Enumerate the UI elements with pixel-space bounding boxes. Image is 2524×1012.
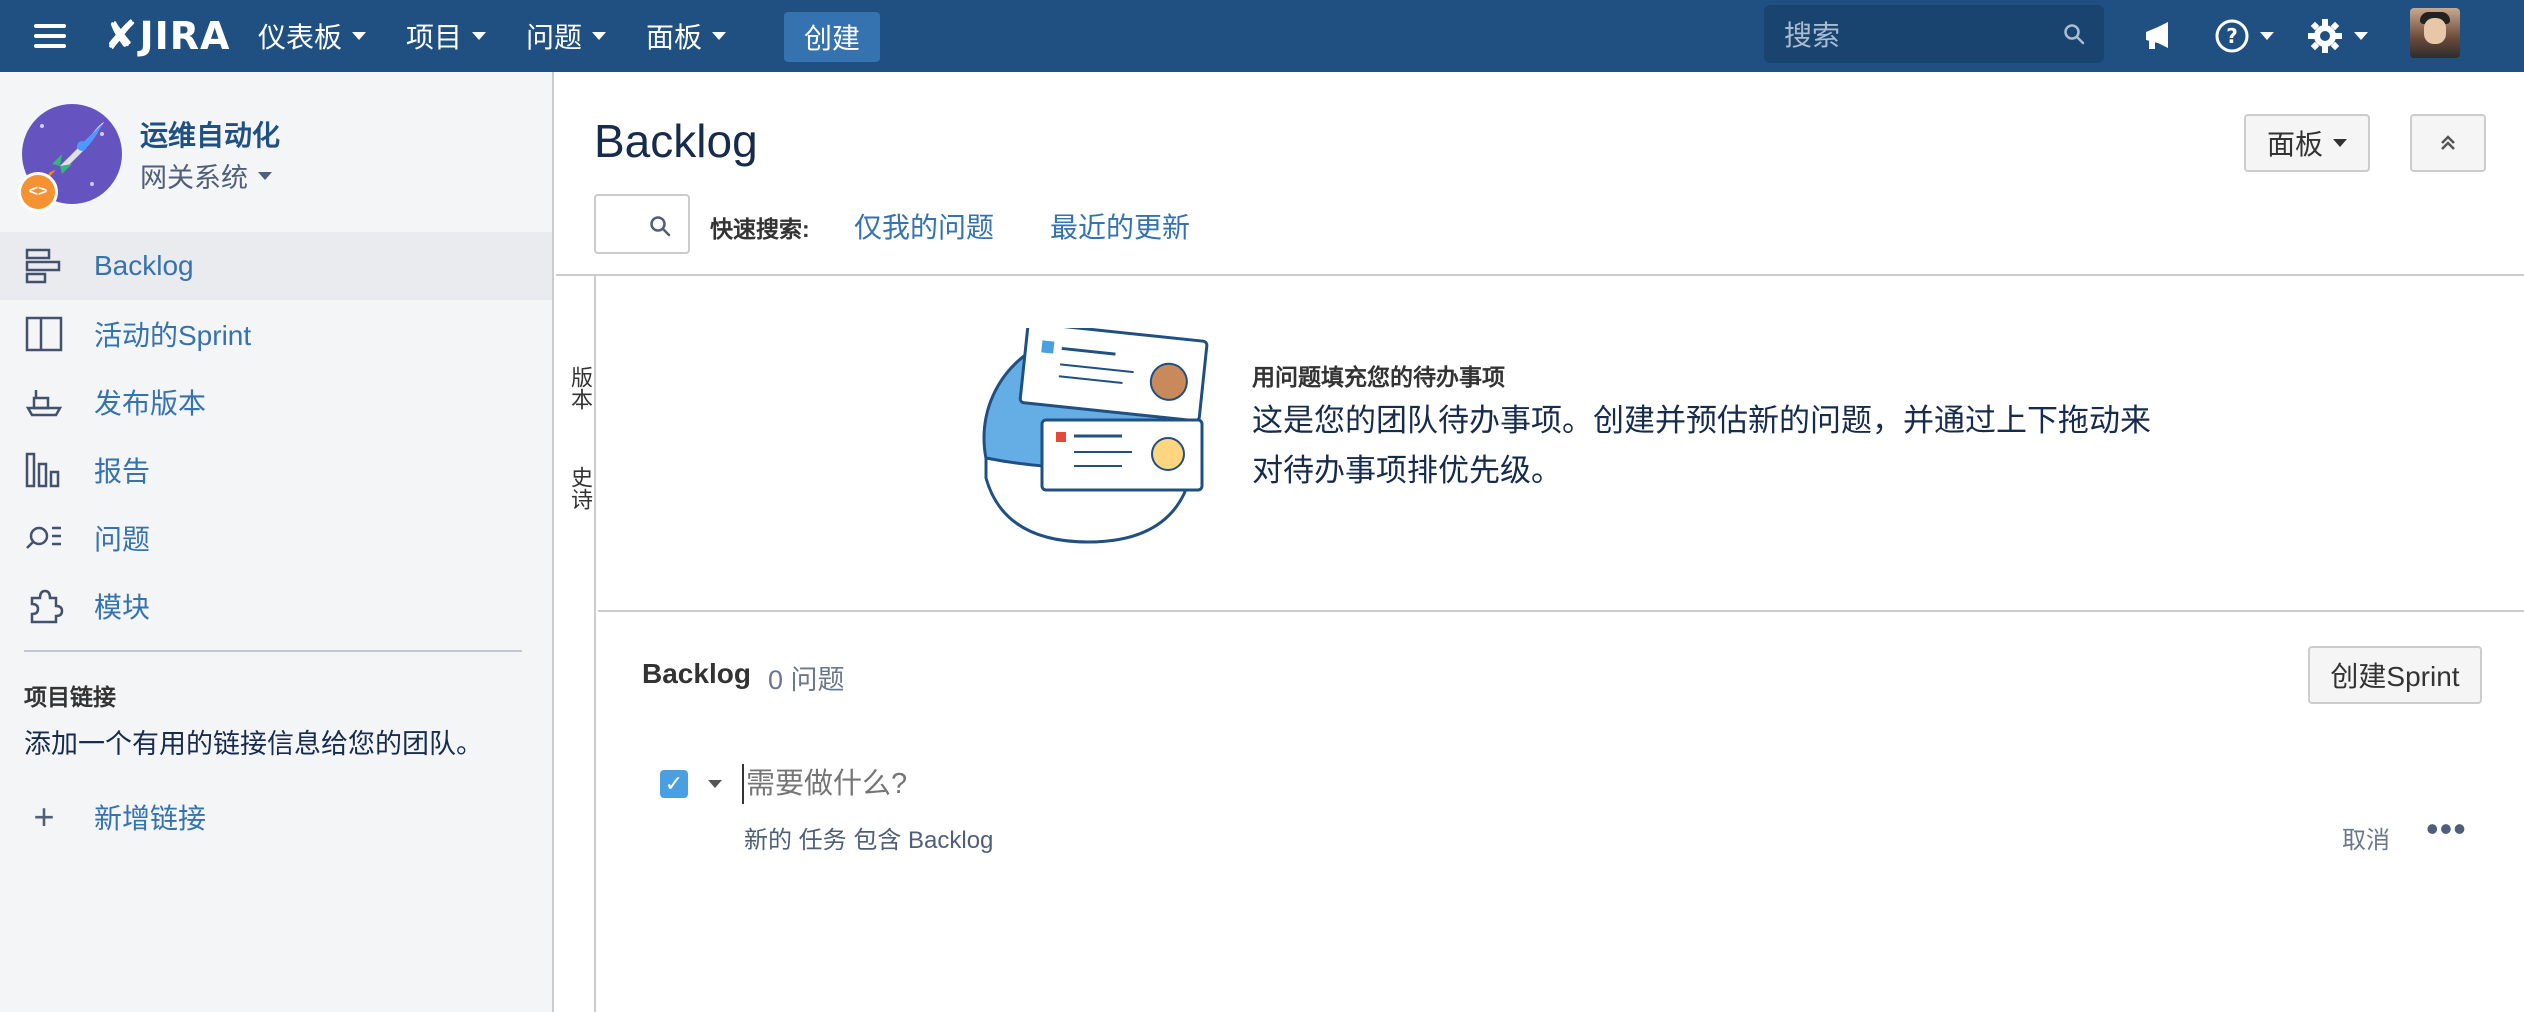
top-navigation-bar: ✘ JIRA 仪表板 项目 问题 面板 创建 搜索 ? (0, 0, 2524, 72)
announcement-icon[interactable] (2140, 14, 2176, 58)
nav-issues[interactable]: 问题 (526, 16, 607, 56)
empty-state-description: 这是您的团队待办事项。创建并预估新的问题，并通过上下拖动来对待办事项排优先级。 (1252, 403, 2151, 488)
quick-search-label: 快速搜索: (710, 216, 810, 242)
cancel-button[interactable]: 取消 (2342, 820, 2390, 855)
settings-gear-icon[interactable] (2306, 14, 2368, 58)
versions-tab[interactable]: 版本 (564, 366, 596, 410)
search-placeholder: 搜索 (1784, 20, 1841, 51)
inline-create-issue-input[interactable] (742, 764, 2342, 804)
backlog-icon (25, 248, 61, 284)
chevron-down-icon (592, 32, 607, 40)
filter-recently-updated[interactable]: 最近的更新 (1050, 206, 1190, 246)
versions-epics-rail: 版本 史诗 (556, 276, 596, 1012)
double-chevron-up-icon (2441, 135, 2455, 150)
quick-search-input[interactable] (594, 194, 690, 254)
search-icon (650, 216, 671, 237)
project-links-heading: 项目链接 (24, 684, 116, 710)
collapse-header-button[interactable] (2410, 114, 2486, 172)
chevron-down-icon (2354, 32, 2368, 40)
board-selector[interactable]: 网关系统 (140, 156, 272, 195)
issue-type-chevron-down-icon[interactable] (708, 780, 722, 788)
jira-logo[interactable]: ✘ JIRA (104, 10, 230, 62)
main-menu: 仪表板 项目 问题 面板 (258, 0, 766, 72)
chevron-down-icon (2333, 139, 2347, 147)
sidebar-item-components[interactable]: 模块 (0, 572, 552, 640)
plus-icon: + (33, 796, 55, 837)
issue-type-task-icon[interactable]: ✓ (660, 770, 688, 798)
backlog-issue-count: 0 问题 (768, 665, 845, 695)
user-avatar[interactable] (2410, 8, 2460, 58)
project-name[interactable]: 运维自动化 (140, 114, 280, 154)
chevron-down-icon (712, 32, 727, 40)
menu-icon[interactable] (28, 18, 72, 54)
page-title: Backlog (594, 115, 758, 167)
help-icon[interactable]: ? (2214, 14, 2274, 58)
svg-text:?: ? (2226, 24, 2238, 48)
project-links-description: 添加一个有用的链接信息给您的团队。 (24, 729, 483, 759)
sidebar-item-issues[interactable]: 问题 (0, 504, 552, 572)
puzzle-icon (30, 589, 64, 624)
chevron-down-icon (472, 32, 487, 40)
nav-projects[interactable]: 项目 (406, 16, 487, 56)
project-type-badge-icon: <> (18, 172, 58, 212)
sidebar-item-releases[interactable]: 发布版本 (0, 368, 552, 436)
backlog-illustration (982, 328, 1209, 544)
chevron-down-icon (352, 32, 367, 40)
nav-dashboards[interactable]: 仪表板 (258, 16, 367, 56)
backlog-section-title: Backlog (642, 658, 751, 689)
empty-state-title: 用问题填充您的待办事项 (1252, 364, 1505, 390)
board-dropdown-button[interactable]: 面板 (2244, 114, 2370, 172)
jira-logo-icon: ✘ (104, 14, 138, 58)
chevron-down-icon (2260, 32, 2274, 40)
sidebar-nav: Backlog 活动的Sprint 发布版本 报告 问题 模块 (0, 232, 552, 640)
search-input[interactable]: 搜索 (1764, 5, 2104, 63)
create-button[interactable]: 创建 (784, 12, 880, 62)
empty-backlog-panel: 用问题填充您的待办事项 这是您的团队待办事项。创建并预估新的问题，并通过上下拖动… (598, 276, 2524, 612)
sidebar-item-backlog[interactable]: Backlog (0, 232, 552, 300)
project-sidebar: <> 运维自动化 网关系统 Backlog 活动的Sprint 发布版本 报告 … (0, 72, 554, 1012)
ship-icon (25, 390, 63, 417)
bar-chart-icon (25, 452, 60, 488)
search-icon (2064, 24, 2085, 45)
sidebar-item-reports[interactable]: 报告 (0, 436, 552, 504)
main-content: Backlog 面板 快速搜索: 仅我的问题 最近的更新 版本 史诗 用问题填充… (556, 72, 2524, 1012)
chevron-down-icon (258, 171, 272, 180)
add-link-button[interactable]: + 新增链接 (24, 792, 206, 842)
filter-only-my-issues[interactable]: 仅我的问题 (854, 206, 994, 246)
sidebar-divider (24, 650, 522, 652)
more-options-icon[interactable]: ••• (2426, 808, 2467, 850)
nav-boards[interactable]: 面板 (646, 16, 727, 56)
search-list-icon (26, 526, 61, 549)
epics-tab[interactable]: 史诗 (564, 466, 596, 510)
sidebar-item-active-sprint[interactable]: 活动的Sprint (0, 300, 552, 368)
board-columns-icon (25, 316, 63, 352)
create-sprint-button[interactable]: 创建Sprint (2308, 646, 2482, 704)
inline-create-meta: 新的 任务 包含 Backlog (744, 827, 994, 854)
